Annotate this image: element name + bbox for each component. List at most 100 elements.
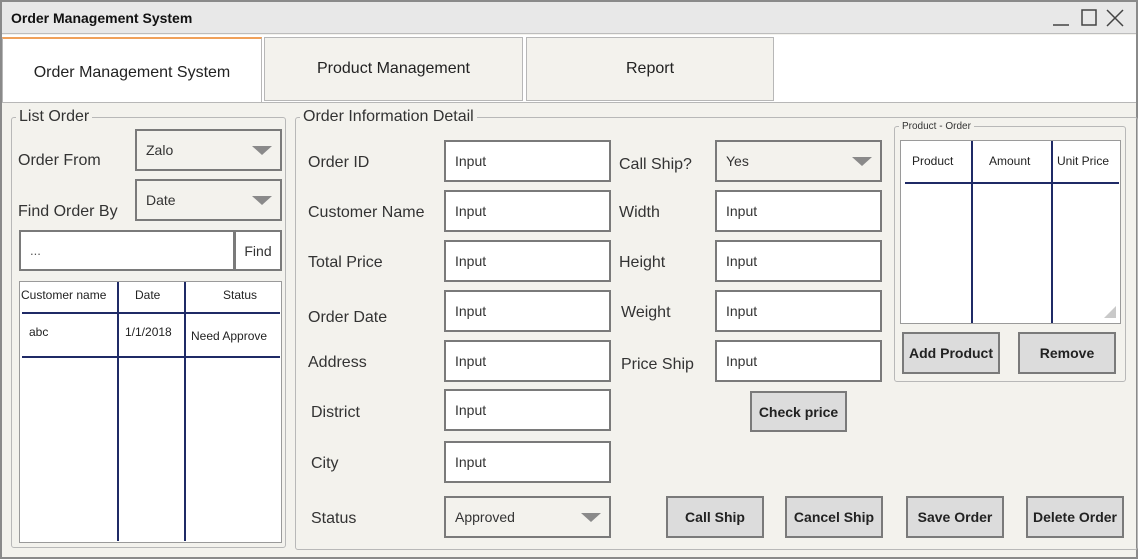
find-by-label: Find Order By (18, 203, 118, 220)
product-order-legend: Product - Order (902, 121, 971, 132)
column-header-status[interactable]: Status (223, 288, 257, 302)
order-date-label: Order Date (308, 309, 388, 326)
price-ship-input[interactable]: Input (715, 340, 882, 382)
width-value: Input (726, 203, 758, 219)
total-price-label: Total Price (308, 254, 383, 271)
window-title: Order Management System (11, 10, 193, 26)
column-header-unit-price[interactable]: Unit Price (1057, 154, 1109, 168)
find-button-label: Find (244, 242, 272, 259)
total-price-value: Input (455, 253, 487, 269)
order-id-input[interactable]: Input (444, 140, 611, 182)
table-column-divider (971, 141, 973, 323)
tab-label: Order Management System (33, 64, 231, 81)
district-input[interactable]: Input (444, 389, 611, 431)
chevron-down-icon (252, 196, 272, 205)
call-ship-label: Call Ship? (619, 156, 692, 173)
call-ship-button-label: Call Ship (685, 509, 745, 525)
status-select[interactable]: Approved (444, 496, 611, 538)
city-label: City (311, 455, 339, 472)
city-input[interactable]: Input (444, 441, 611, 483)
address-value: Input (455, 353, 487, 369)
call-ship-value: Yes (726, 153, 749, 169)
tab-bar: Order Management System Product Manageme… (2, 35, 1136, 103)
order-list-table[interactable]: Customer name Date Status abc 1/1/2018 N… (19, 281, 282, 543)
table-header-divider (22, 312, 280, 314)
weight-label: Weight (621, 304, 671, 321)
customer-name-value: Input (455, 203, 487, 219)
tab-content: List Order Order From Zalo Find Order By… (2, 102, 1138, 557)
tab-report[interactable]: Report (526, 37, 774, 101)
height-value: Input (726, 253, 758, 269)
column-header-product[interactable]: Product (912, 154, 953, 168)
order-from-select[interactable]: Zalo (135, 129, 282, 171)
call-ship-select[interactable]: Yes (715, 140, 882, 182)
table-column-divider (117, 282, 119, 541)
tab-label: Report (625, 60, 675, 77)
resize-grip-icon[interactable] (1104, 306, 1116, 318)
save-order-button-label: Save Order (917, 509, 993, 525)
width-label: Width (619, 204, 660, 221)
search-input[interactable]: ... (19, 230, 235, 271)
chevron-down-icon (581, 513, 601, 522)
maximize-icon[interactable] (1078, 7, 1100, 29)
order-date-input[interactable]: Input (444, 290, 611, 332)
save-order-button[interactable]: Save Order (906, 496, 1004, 538)
chevron-down-icon (252, 146, 272, 155)
close-icon[interactable] (1104, 7, 1126, 29)
order-from-label: Order From (18, 152, 101, 169)
list-order-legend: List Order (19, 108, 90, 125)
weight-input[interactable]: Input (715, 290, 882, 332)
order-date-value: Input (455, 303, 487, 319)
call-ship-button[interactable]: Call Ship (666, 496, 764, 538)
minimize-icon[interactable] (1050, 7, 1072, 29)
delete-order-button-label: Delete Order (1032, 509, 1118, 525)
remove-product-button[interactable]: Remove (1018, 332, 1116, 374)
tab-order-management[interactable]: Order Management System (2, 37, 262, 103)
table-column-divider (1051, 141, 1053, 323)
cancel-ship-button-label: Cancel Ship (793, 509, 875, 525)
district-label: District (311, 404, 360, 421)
title-bar[interactable]: Order Management System (2, 2, 1136, 34)
table-header-divider (905, 182, 1119, 184)
cancel-ship-button[interactable]: Cancel Ship (785, 496, 883, 538)
search-input-value: ... (30, 243, 41, 258)
address-label: Address (308, 354, 367, 371)
address-input[interactable]: Input (444, 340, 611, 382)
add-product-label: Add Product (909, 345, 993, 361)
weight-value: Input (726, 303, 758, 319)
add-product-button[interactable]: Add Product (902, 332, 1000, 374)
height-label: Height (619, 254, 666, 271)
column-header-customer-name[interactable]: Customer name (21, 288, 106, 302)
customer-name-label: Customer Name (308, 204, 425, 221)
check-price-label: Check price (758, 403, 839, 420)
row-status: Need Approve (191, 329, 268, 343)
status-label: Status (311, 510, 357, 527)
find-button[interactable]: Find (234, 230, 282, 271)
total-price-input[interactable]: Input (444, 240, 611, 282)
tab-label: Product Management (317, 60, 470, 77)
height-input[interactable]: Input (715, 240, 882, 282)
order-id-value: Input (455, 153, 487, 169)
product-order-table[interactable]: Product Amount Unit Price (900, 140, 1121, 324)
price-ship-label: Price Ship (621, 356, 694, 373)
row-customer-name: abc (29, 325, 49, 339)
city-value: Input (455, 454, 487, 470)
tab-product-management[interactable]: Product Management (264, 37, 523, 101)
remove-product-label: Remove (1039, 345, 1095, 361)
column-header-date[interactable]: Date (135, 288, 160, 302)
order-detail-legend: Order Information Detail (303, 108, 474, 125)
order-from-value: Zalo (146, 142, 174, 158)
find-by-select[interactable]: Date (135, 179, 282, 221)
customer-name-input[interactable]: Input (444, 190, 611, 232)
row-date: 1/1/2018 (125, 325, 172, 339)
column-header-amount[interactable]: Amount (989, 154, 1030, 168)
app-window: Order Management System Order Management… (0, 0, 1138, 559)
check-price-button[interactable]: Check price (750, 391, 847, 432)
find-by-value: Date (146, 192, 176, 208)
delete-order-button[interactable]: Delete Order (1026, 496, 1124, 538)
width-input[interactable]: Input (715, 190, 882, 232)
table-column-divider (184, 282, 186, 541)
status-value: Approved (455, 509, 515, 525)
price-ship-value: Input (726, 353, 758, 369)
chevron-down-icon (852, 157, 872, 166)
